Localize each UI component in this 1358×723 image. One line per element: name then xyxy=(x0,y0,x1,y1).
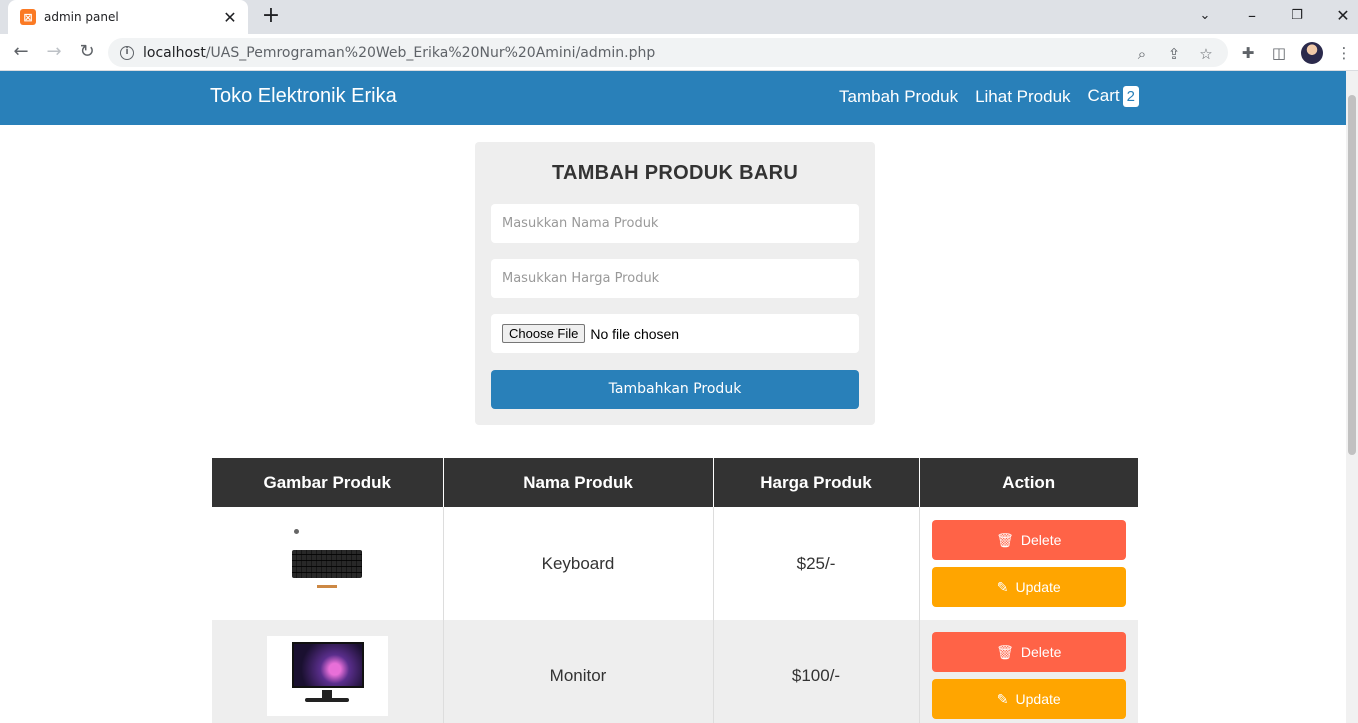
xampp-favicon-icon: ⊠ xyxy=(20,9,36,25)
profile-avatar[interactable] xyxy=(1301,42,1323,64)
main-nav: Tambah Produk Lihat Produk Cart 2 xyxy=(839,86,1139,107)
trash-icon: 🗑 xyxy=(996,643,1014,660)
update-button[interactable]: ✎ Update xyxy=(931,679,1126,719)
monitor-image xyxy=(266,635,388,716)
trash-icon: 🗑 xyxy=(996,531,1014,548)
scrollbar-thumb[interactable] xyxy=(1348,95,1356,455)
table-row: Monitor $100/- 🗑 Delete ✎ Update xyxy=(212,620,1138,723)
nav-cart[interactable]: Cart 2 xyxy=(1088,86,1139,107)
zoom-icon[interactable]: ⌕ xyxy=(1132,44,1152,64)
add-product-form: TAMBAH PRODUK BARU Masukkan Nama Produk … xyxy=(475,142,875,425)
product-name: Keyboard xyxy=(443,507,714,620)
reload-icon[interactable]: ↻ xyxy=(75,40,99,64)
file-status: No file chosen xyxy=(590,325,680,342)
side-panel-icon[interactable]: ◫ xyxy=(1268,42,1290,64)
minimize-icon[interactable]: – xyxy=(1237,4,1267,28)
nav-view-products[interactable]: Lihat Produk xyxy=(975,87,1070,107)
edit-icon: ✎ xyxy=(996,690,1009,707)
cart-count-badge: 2 xyxy=(1122,86,1139,107)
cart-label: Cart xyxy=(1087,86,1120,105)
header-action: Action xyxy=(919,458,1138,507)
delete-label: Delete xyxy=(1020,644,1062,660)
nav-add-product[interactable]: Tambah Produk xyxy=(839,87,958,107)
product-image-cell xyxy=(212,620,444,723)
product-price: $100/- xyxy=(713,620,920,723)
product-price: $25/- xyxy=(713,507,920,620)
product-price-input[interactable]: Masukkan Harga Produk xyxy=(491,259,859,298)
page-scrollbar[interactable] xyxy=(1346,71,1358,723)
table-header-row: Gambar Produk Nama Produk Harga Produk A… xyxy=(212,458,1138,507)
browser-toolbar: ← → ↻ i localhost/UAS_Pemrograman%20Web_… xyxy=(0,34,1358,71)
choose-file-button[interactable]: Choose File xyxy=(502,324,586,343)
new-tab-icon[interactable]: + xyxy=(259,4,283,28)
tab-search-chevron-icon[interactable]: ⌄ xyxy=(1190,4,1220,28)
submit-product-button[interactable]: Tambahkan Produk xyxy=(491,370,859,409)
header-name: Nama Produk xyxy=(443,458,714,507)
site-logo[interactable]: Toko Elektronik Erika xyxy=(210,85,397,108)
address-bar[interactable]: i localhost/UAS_Pemrograman%20Web_Erika%… xyxy=(108,38,1228,67)
back-icon[interactable]: ← xyxy=(9,40,33,64)
browser-tab[interactable]: ⊠ admin panel ✕ xyxy=(8,0,248,34)
site-header: Toko Elektronik Erika Tambah Produk Liha… xyxy=(0,71,1346,125)
delete-label: Delete xyxy=(1020,532,1062,548)
action-cell: 🗑 Delete ✎ Update xyxy=(919,507,1138,620)
page-viewport: Toko Elektronik Erika Tambah Produk Liha… xyxy=(0,71,1346,723)
header-image: Gambar Produk xyxy=(212,458,444,507)
update-label: Update xyxy=(1015,691,1061,707)
extensions-icon[interactable]: ✚ xyxy=(1237,42,1259,64)
delete-button[interactable]: 🗑 Delete xyxy=(931,632,1126,672)
product-table: Gambar Produk Nama Produk Harga Produk A… xyxy=(212,458,1138,723)
bookmark-star-icon[interactable]: ☆ xyxy=(1196,44,1216,64)
action-cell: 🗑 Delete ✎ Update xyxy=(919,620,1138,723)
close-tab-icon[interactable]: ✕ xyxy=(222,8,238,27)
menu-kebab-icon[interactable]: ⋮ xyxy=(1333,42,1355,64)
window-close-icon[interactable]: ✕ xyxy=(1328,4,1358,28)
forward-icon[interactable]: → xyxy=(42,40,66,64)
update-label: Update xyxy=(1015,579,1061,595)
delete-button[interactable]: 🗑 Delete xyxy=(931,520,1126,560)
url-path: /UAS_Pemrograman%20Web_Erika%20Nur%20Ami… xyxy=(205,44,656,61)
restore-icon[interactable]: ❐ xyxy=(1282,4,1312,28)
header-price: Harga Produk xyxy=(713,458,920,507)
product-image-cell xyxy=(212,507,444,620)
product-name: Monitor xyxy=(443,620,714,723)
share-icon[interactable]: ⇪ xyxy=(1164,44,1184,64)
form-title: TAMBAH PRODUK BARU xyxy=(551,162,799,184)
table-row: Keyboard $25/- 🗑 Delete ✎ Update xyxy=(212,507,1138,620)
keyboard-image xyxy=(267,523,388,604)
browser-tab-bar: ⊠ admin panel ✕ + ⌄ – ❐ ✕ xyxy=(0,0,1358,34)
edit-icon: ✎ xyxy=(996,578,1009,595)
product-image-file-input[interactable]: Choose File No file chosen xyxy=(491,314,859,353)
tab-title: admin panel xyxy=(44,10,119,24)
product-name-input[interactable]: Masukkan Nama Produk xyxy=(491,204,859,243)
url-host: localhost xyxy=(143,44,206,61)
update-button[interactable]: ✎ Update xyxy=(931,567,1126,607)
site-info-icon[interactable]: i xyxy=(120,45,134,60)
